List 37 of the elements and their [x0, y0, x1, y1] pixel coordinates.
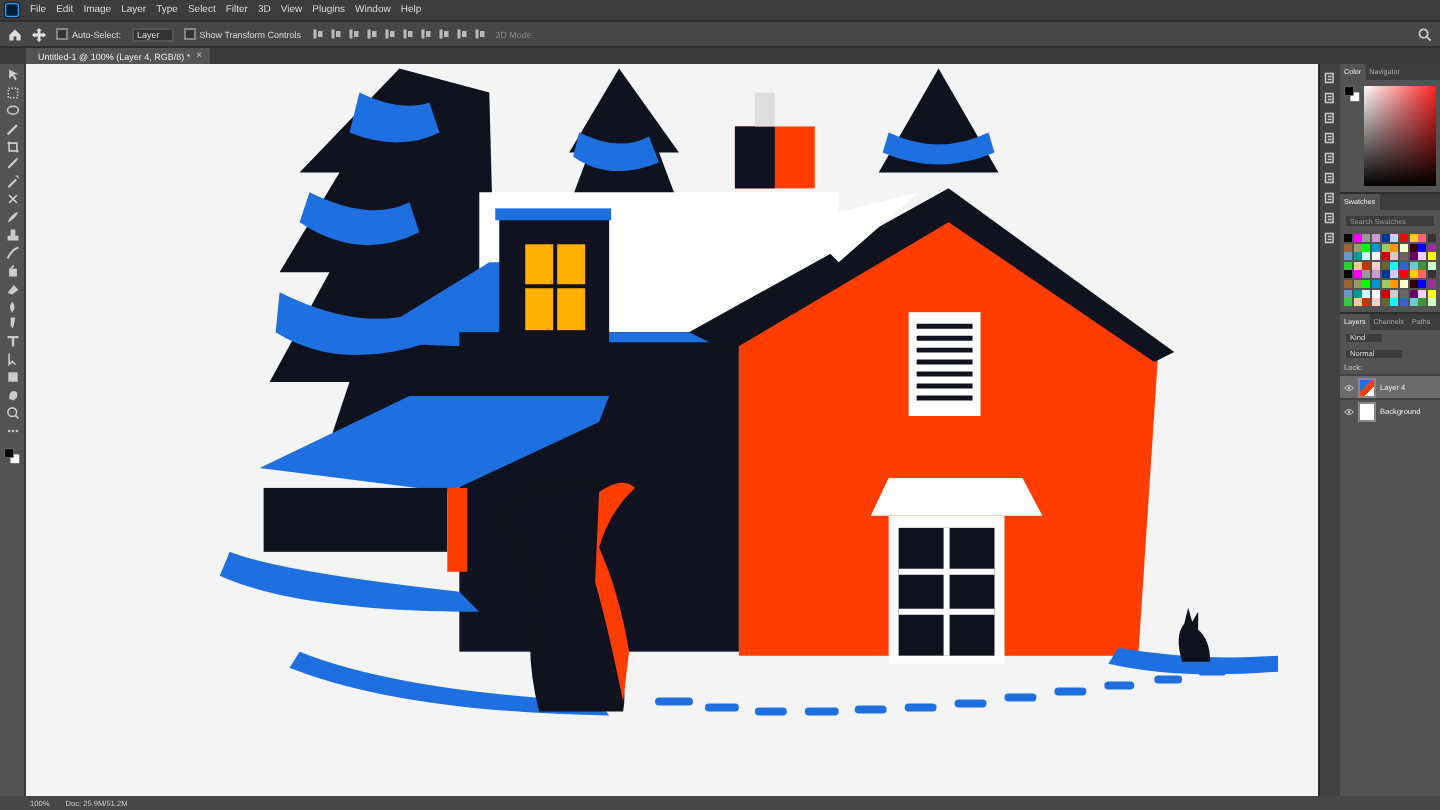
eraser-icon[interactable] — [5, 281, 19, 296]
zoom-icon[interactable] — [5, 405, 19, 420]
curve-icon[interactable] — [5, 245, 19, 260]
home-icon[interactable] — [8, 27, 22, 41]
leaf-icon[interactable] — [5, 210, 19, 225]
align-icon[interactable] — [437, 28, 450, 40]
square-icon[interactable] — [5, 370, 19, 385]
align-icon[interactable] — [419, 28, 432, 40]
drop-icon[interactable] — [5, 299, 19, 314]
align-icon[interactable] — [347, 28, 360, 40]
move-tool-icon[interactable] — [32, 27, 46, 41]
transform-checkbox[interactable] — [183, 28, 196, 40]
crop-icon[interactable] — [5, 139, 19, 154]
brush-icon[interactable] — [5, 174, 19, 189]
auto-select-checkbox[interactable] — [56, 28, 68, 40]
app-logo-icon — [4, 2, 20, 18]
color-swatches-icon[interactable] — [4, 447, 20, 464]
layer-thumbnail — [1358, 377, 1376, 398]
align-icon[interactable] — [473, 28, 486, 40]
ellipse-select-icon[interactable] — [5, 103, 19, 118]
align-icon[interactable] — [455, 28, 468, 40]
search-icon[interactable] — [1418, 27, 1432, 41]
align-icon[interactable] — [311, 28, 324, 40]
color-swatches-icon[interactable] — [1344, 86, 1360, 102]
align-icon[interactable] — [365, 28, 378, 40]
pointer-icon[interactable] — [5, 68, 19, 82]
text-icon[interactable] — [5, 334, 19, 349]
align-icon[interactable] — [401, 28, 414, 40]
align-icon[interactable] — [329, 28, 342, 40]
rectangle-select-icon[interactable] — [5, 85, 19, 100]
layer-thumbnail — [1358, 401, 1376, 422]
eye-icon[interactable] — [1344, 407, 1354, 416]
line-icon[interactable] — [5, 121, 19, 136]
eye-icon[interactable] — [1344, 383, 1354, 392]
color-picker-field[interactable] — [1364, 86, 1436, 186]
cross-icon[interactable] — [5, 192, 19, 207]
align-icon[interactable] — [383, 28, 396, 40]
